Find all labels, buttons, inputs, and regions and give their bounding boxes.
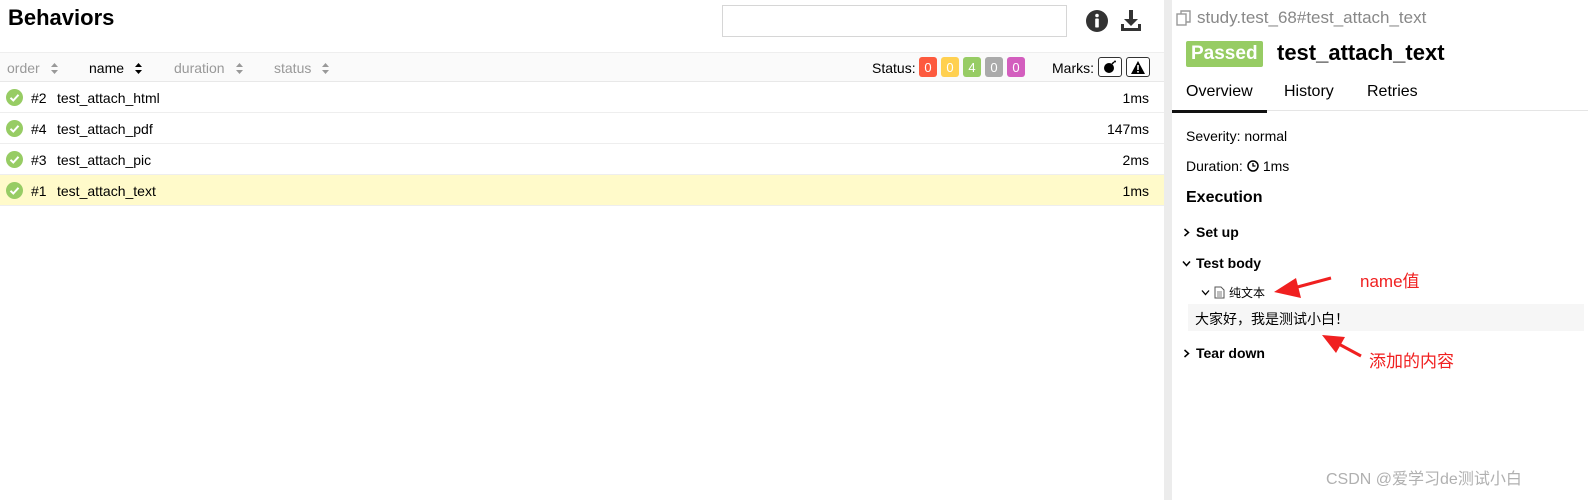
arrowhead-name (1274, 278, 1301, 298)
watermark: CSDN @爱学习de测试小白 (1326, 471, 1522, 488)
annotation-arrows (1274, 276, 1362, 358)
annotation-name-note: name值 (1360, 272, 1420, 291)
allure-report: Behaviors order name duration status Sta… (0, 0, 1588, 500)
annotation-content-note: 添加的内容 (1369, 352, 1454, 371)
